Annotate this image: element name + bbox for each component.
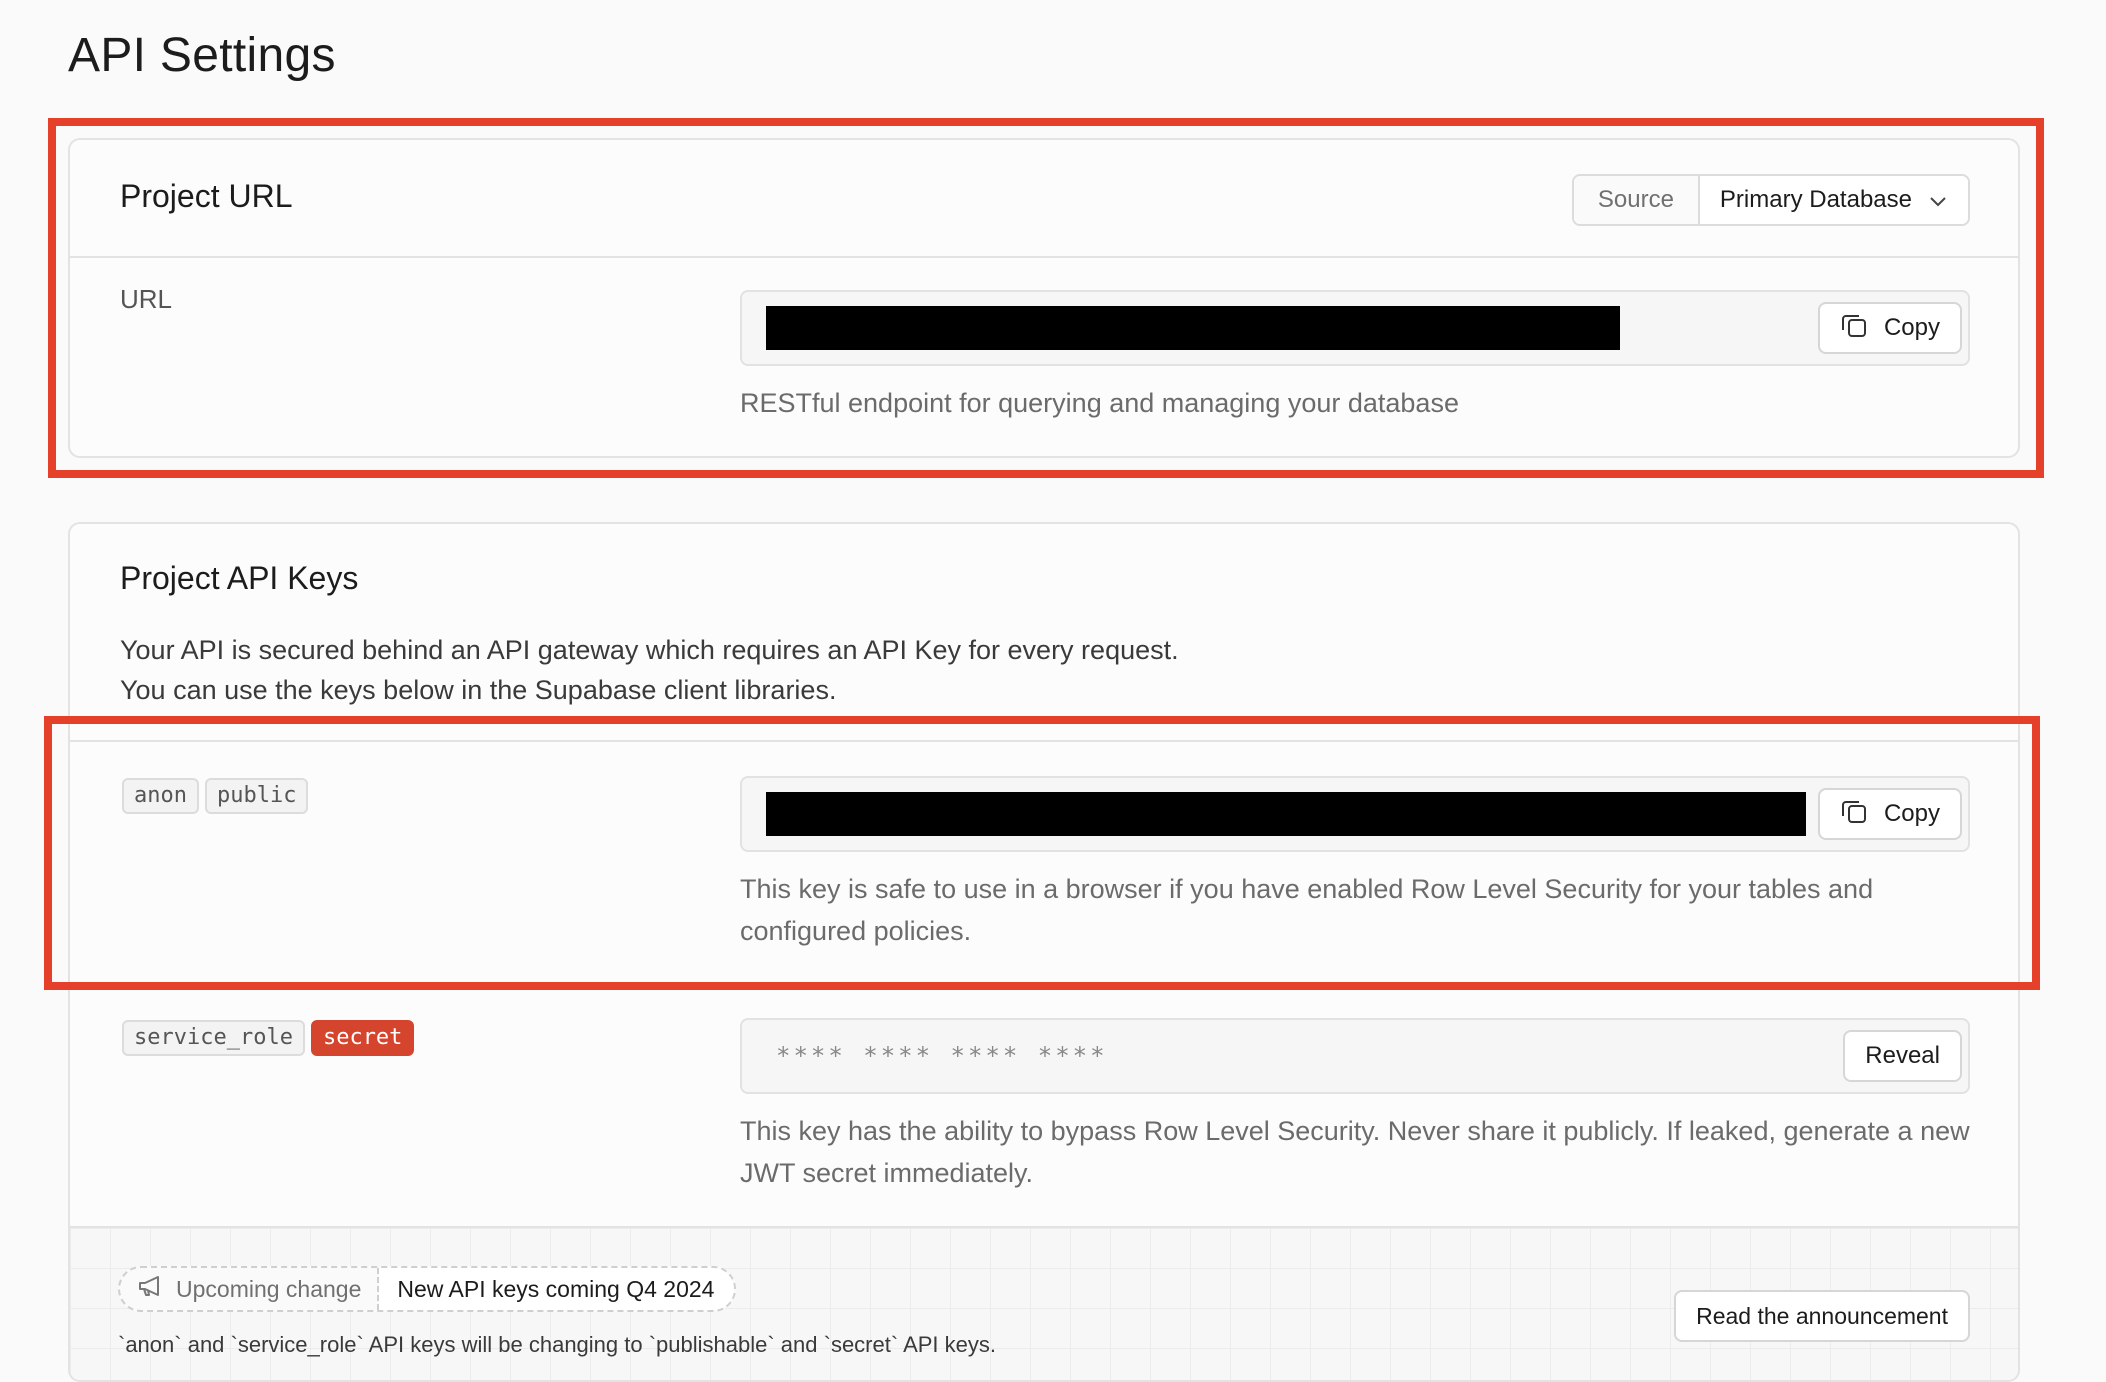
reveal-button[interactable]: Reveal: [1843, 1030, 1962, 1082]
api-keys-intro-line2: You can use the keys below in the Supaba…: [120, 675, 837, 705]
anon-key-tags: anon public: [122, 778, 314, 814]
anon-key-field[interactable]: Copy: [740, 776, 1970, 852]
service-role-key-field[interactable]: **** **** **** **** Reveal: [740, 1018, 1970, 1094]
service-role-masked-value: **** **** **** ****: [776, 1042, 1108, 1070]
read-announcement-button[interactable]: Read the announcement: [1674, 1290, 1970, 1342]
copy-icon: [1840, 797, 1868, 832]
source-selected-value: Primary Database: [1719, 186, 1912, 213]
url-value-redacted: [766, 306, 1620, 350]
source-dropdown[interactable]: Primary Database: [1700, 176, 1968, 224]
tag-service-role: service_role: [122, 1020, 305, 1056]
copy-icon: [1840, 311, 1868, 346]
project-api-keys-card: Project API Keys Your API is secured beh…: [68, 522, 2020, 1382]
url-label: URL: [120, 284, 173, 314]
service-role-helper-text: This key has the ability to bypass Row L…: [740, 1116, 1970, 1188]
upcoming-change-footer: Upcoming change New API keys coming Q4 2…: [70, 1226, 2018, 1380]
url-field[interactable]: Copy: [740, 290, 1970, 366]
api-keys-title: Project API Keys: [120, 560, 359, 596]
megaphone-icon: [138, 1275, 164, 1303]
copy-label: Copy: [1883, 314, 1940, 341]
source-selector: Source Primary Database: [1571, 174, 1970, 226]
tag-anon: anon: [122, 778, 199, 814]
anon-key-helper-text: This key is safe to use in a browser if …: [740, 874, 1874, 946]
upcoming-change-pill: Upcoming change New API keys coming Q4 2…: [118, 1266, 737, 1312]
copy-anon-key-button[interactable]: Copy: [1817, 788, 1962, 840]
url-helper-text: RESTful endpoint for querying and managi…: [740, 388, 1459, 418]
service-role-key-tags: service_role secret: [122, 1020, 420, 1056]
upcoming-change-value: New API keys coming Q4 2024: [379, 1268, 735, 1310]
project-url-title: Project URL: [120, 178, 293, 214]
upcoming-change-label: Upcoming change: [120, 1268, 380, 1310]
page-title: API Settings: [68, 29, 336, 82]
tag-secret: secret: [310, 1020, 415, 1056]
copy-url-button[interactable]: Copy: [1817, 302, 1962, 354]
anon-key-redacted: [766, 792, 1806, 836]
api-keys-intro: Your API is secured behind an API gatewa…: [120, 630, 1179, 710]
copy-label: Copy: [1883, 800, 1940, 827]
project-url-card: Project URL Source Primary Database URL …: [68, 138, 2020, 458]
upcoming-change-text: Upcoming change: [176, 1275, 362, 1302]
upcoming-change-note: `anon` and `service_role` API keys will …: [118, 1332, 996, 1357]
source-label: Source: [1573, 176, 1700, 224]
divider: [70, 740, 2018, 742]
chevron-down-icon: [1930, 176, 1946, 224]
api-keys-intro-line1: Your API is secured behind an API gatewa…: [120, 635, 1179, 665]
tag-public: public: [204, 778, 309, 814]
project-url-header: Project URL Source Primary Database: [70, 140, 2018, 258]
